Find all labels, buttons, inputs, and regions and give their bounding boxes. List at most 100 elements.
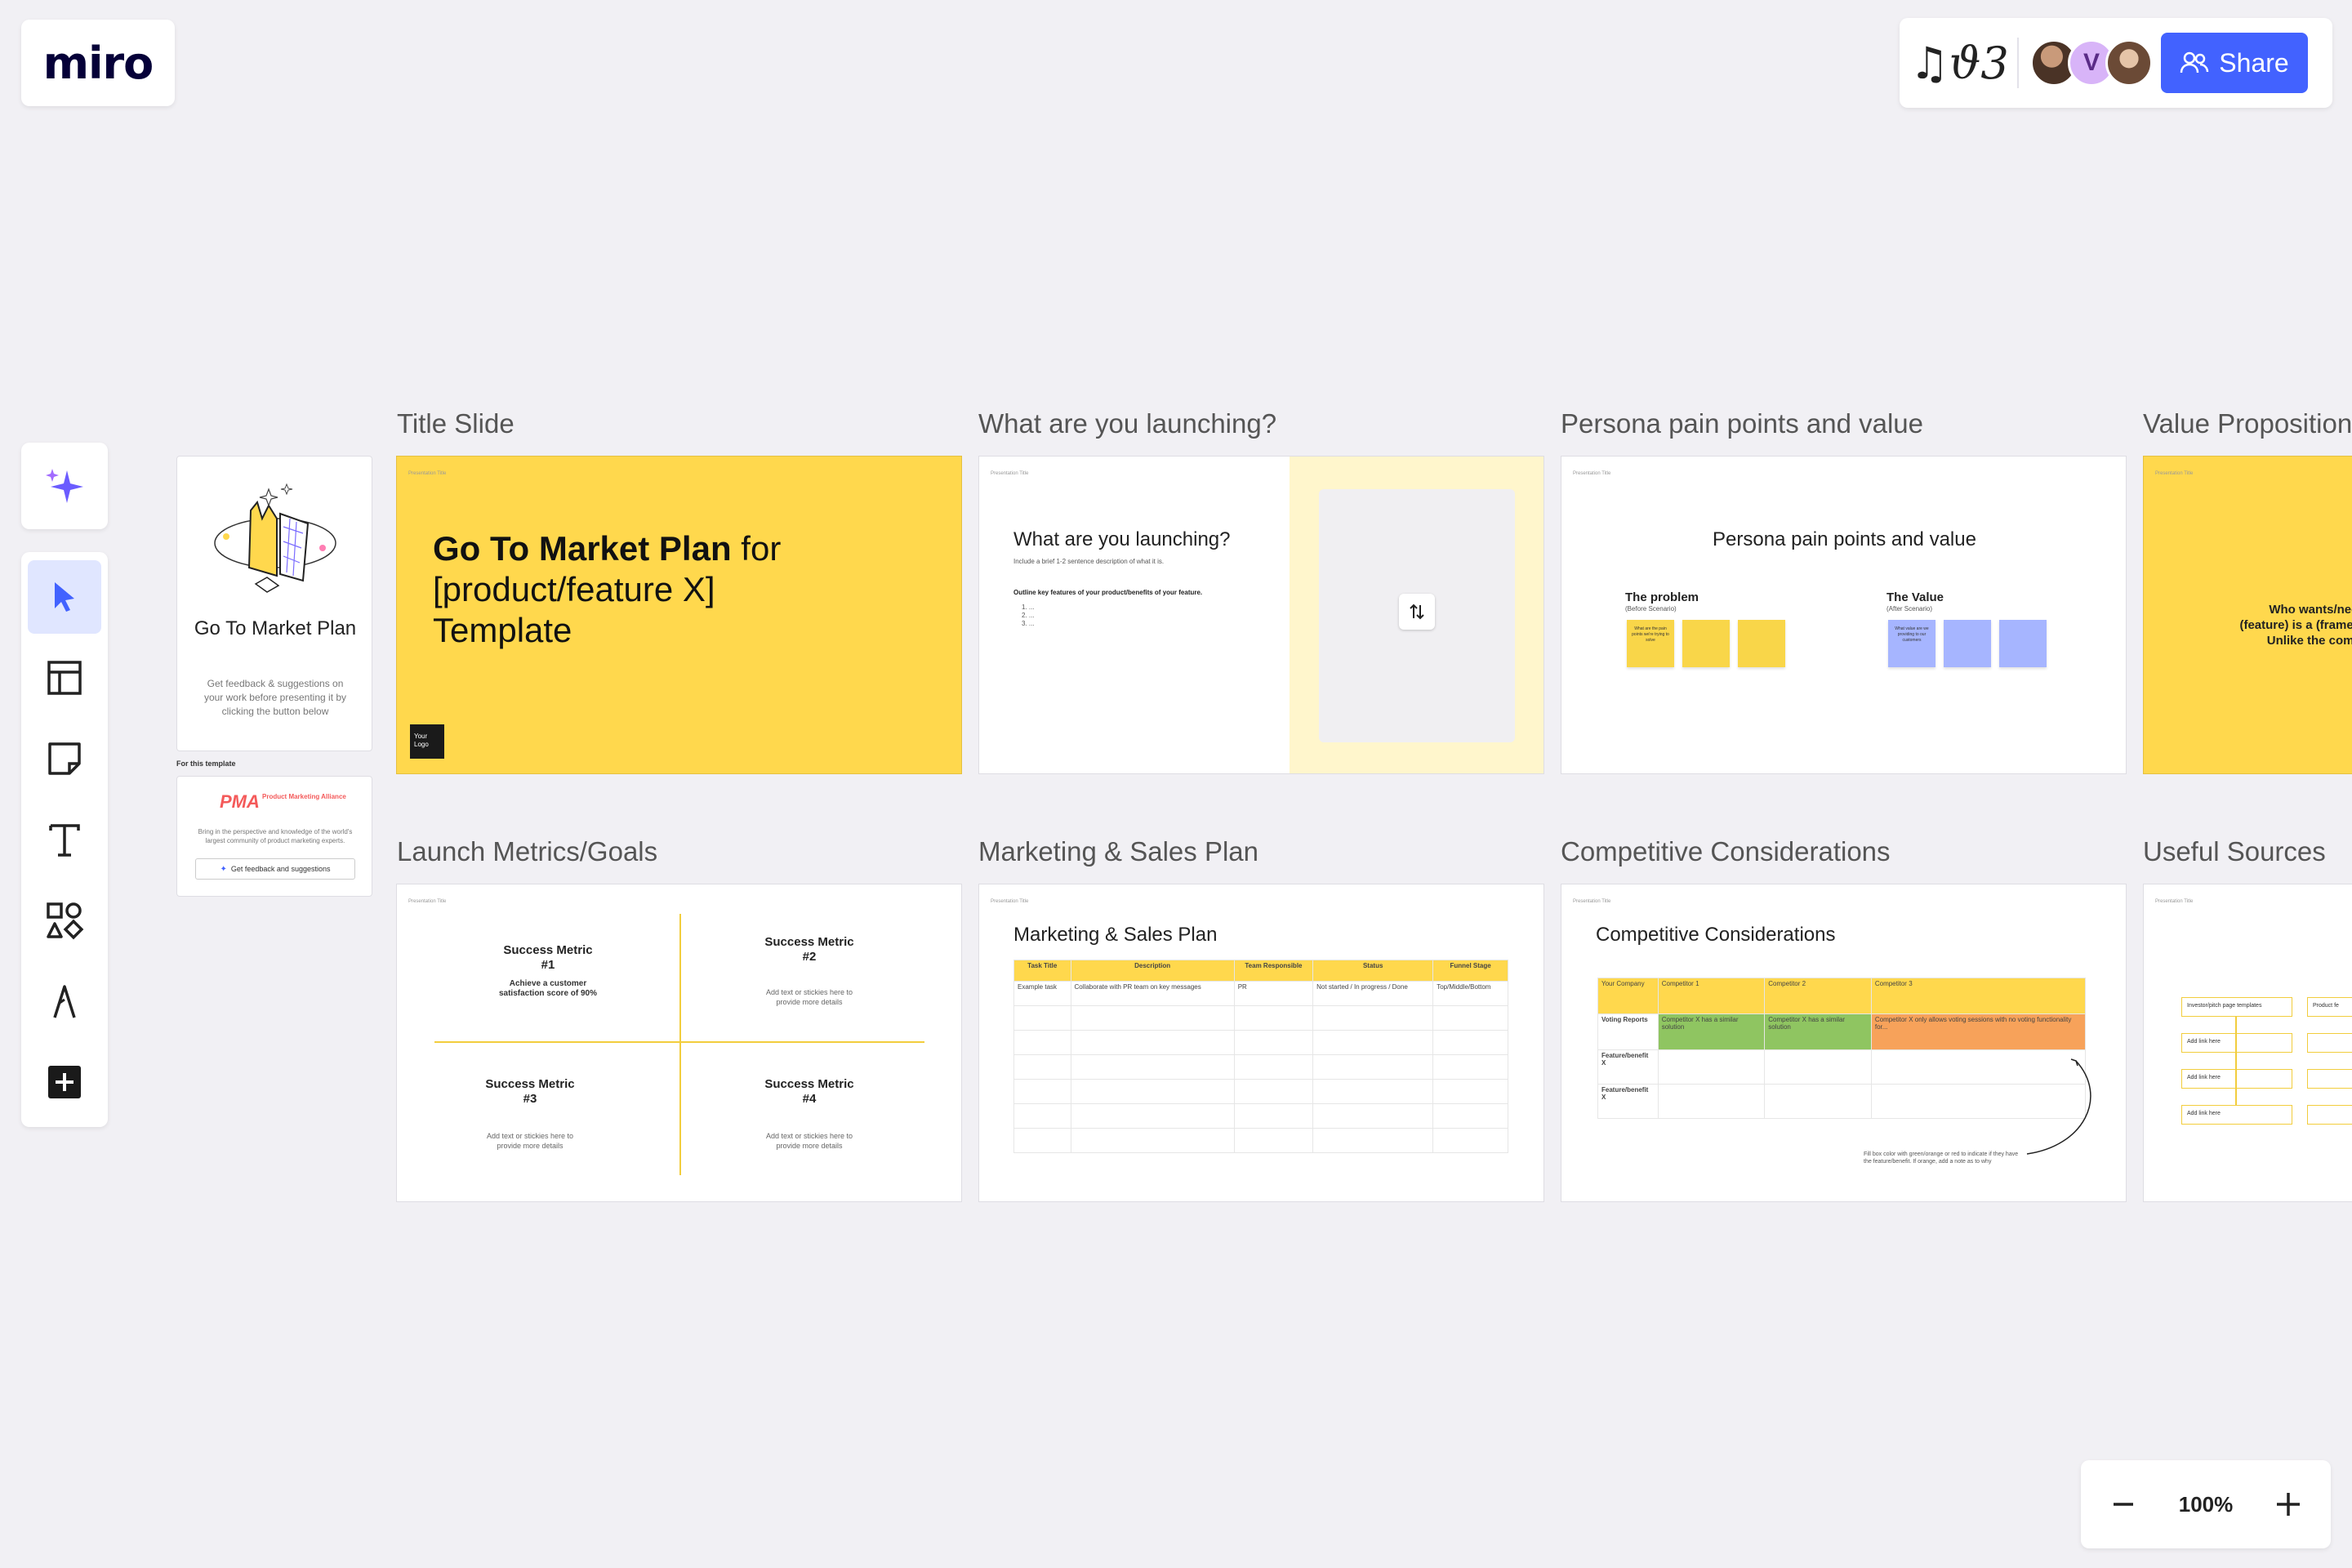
- connector-arrow: [2026, 1058, 2091, 1155]
- frame-marketing[interactable]: Presentation Title Marketing & Sales Pla…: [978, 884, 1544, 1202]
- persona-heading: Persona pain points and value: [1713, 528, 1976, 550]
- sticky-note[interactable]: [1738, 620, 1785, 667]
- add-more-tool[interactable]: [28, 1045, 101, 1119]
- share-label: Share: [2219, 47, 2289, 78]
- your-logo-placeholder: Your Logo: [410, 724, 444, 759]
- presentation-title: Presentation Title: [2155, 899, 2194, 904]
- frame-label-value-proposition: Value Proposition: [2143, 408, 2352, 439]
- launching-item: 2. ...: [1022, 612, 1035, 619]
- image-placeholder-area: [1290, 457, 1544, 773]
- metric-2-title: Success Metric #2: [764, 935, 854, 964]
- zoom-in-button[interactable]: [2270, 1486, 2306, 1522]
- frame-label-launch-metrics: Launch Metrics/Goals: [397, 836, 658, 866]
- reactions-text: ♫ϑ3: [1909, 37, 2009, 89]
- table-row[interactable]: [1013, 1030, 1508, 1055]
- presentation-title: Presentation Title: [408, 471, 447, 476]
- table-row[interactable]: Example task Collaborate with PR team on…: [1013, 981, 1508, 1006]
- launching-item: 1. ...: [1022, 604, 1035, 611]
- frame-label-persona: Persona pain points and value: [1561, 408, 1923, 439]
- heading-bold: Go To Market Plan: [433, 529, 732, 568]
- source-link[interactable]: Add link here: [2181, 1105, 2292, 1125]
- sticky-note[interactable]: [1999, 620, 2047, 667]
- board-canvas[interactable]: Go To Market Plan Get feedback & suggest…: [114, 389, 2352, 1548]
- metric-1-title: Success Metric #1: [503, 943, 593, 972]
- table-cell[interactable]: Not started / In progress / Done: [1312, 981, 1434, 1006]
- launching-sub: Include a brief 1-2 sentence description…: [1013, 558, 1165, 565]
- source-link[interactable]: Add link here: [2181, 1033, 2292, 1053]
- title-slide-heading: Go To Market Plan for [product/feature X…: [433, 528, 841, 651]
- row-label: Feature/benefit X: [1597, 1084, 1659, 1119]
- sparkle-icon: [46, 469, 83, 503]
- templates-tool[interactable]: [28, 641, 101, 715]
- left-toolbar: [21, 552, 108, 1127]
- metric-4-placeholder: Add text or stickies here to provide mor…: [765, 1132, 853, 1150]
- source-link[interactable]: Add link here: [2181, 1069, 2292, 1089]
- zoom-level[interactable]: 100%: [2179, 1492, 2234, 1517]
- table-header: Your Company: [1597, 978, 1659, 1014]
- problem-subtitle: (Before Scenario): [1625, 605, 1677, 612]
- template-info-card[interactable]: Go To Market Plan Get feedback & suggest…: [176, 456, 372, 751]
- presentation-title: Presentation Title: [408, 899, 447, 904]
- zoom-out-button[interactable]: [2105, 1486, 2141, 1522]
- sticky-note[interactable]: [1682, 620, 1730, 667]
- feedback-button[interactable]: ✦ Get feedback and suggestions: [195, 858, 355, 880]
- marketing-heading: Marketing & Sales Plan: [1013, 924, 1218, 946]
- image-placeholder[interactable]: [1319, 489, 1515, 742]
- table-row[interactable]: [1013, 1054, 1508, 1080]
- table-cell[interactable]: Top/Middle/Bottom: [1432, 981, 1508, 1006]
- table-cell[interactable]: PR: [1233, 981, 1314, 1006]
- table-row[interactable]: [1013, 1079, 1508, 1104]
- table-row[interactable]: [1013, 1005, 1508, 1031]
- avatar[interactable]: [2105, 39, 2153, 87]
- metric-3-placeholder: Add text or stickies here to provide mor…: [486, 1132, 574, 1150]
- value-prop-text: Who wants/needs (feature) is a (frame of…: [2239, 603, 2352, 648]
- frame-competitive[interactable]: Presentation Title Competitive Considera…: [1561, 884, 2127, 1202]
- shapes-tool[interactable]: [28, 884, 101, 957]
- sticky-note[interactable]: What value are we providing to our custo…: [1888, 620, 1936, 667]
- source-link[interactable]: [2307, 1069, 2352, 1089]
- share-button[interactable]: Share: [2161, 33, 2308, 93]
- source-link[interactable]: [2307, 1105, 2352, 1125]
- for-this-template-label: For this template: [176, 760, 236, 768]
- ai-assist-button[interactable]: [21, 443, 108, 529]
- frame-launch-metrics[interactable]: Presentation Title Success Metric #1 Ach…: [396, 884, 962, 1202]
- frame-value-proposition[interactable]: Presentation Title Who wants/needs (feat…: [2143, 456, 2352, 774]
- sticky-note[interactable]: [1944, 620, 1991, 667]
- marketing-table[interactable]: Task Title Description Team Responsible …: [1013, 960, 1508, 1153]
- sticky-note[interactable]: What are the pain points we're trying to…: [1627, 620, 1674, 667]
- miro-logo[interactable]: miro: [21, 20, 175, 106]
- text-icon: [49, 824, 80, 857]
- source-link[interactable]: [2307, 1033, 2352, 1053]
- metrics-horizontal-divider: [434, 1041, 924, 1043]
- row-label: Voting Reports: [1597, 1013, 1659, 1050]
- table-cell[interactable]: Collaborate with PR team on key messages: [1070, 981, 1235, 1006]
- source-link[interactable]: Investor/pitch page templates: [2181, 997, 2292, 1017]
- swap-icon: [1410, 604, 1424, 620]
- sticky-note-tool[interactable]: [28, 722, 101, 795]
- frame-title-slide[interactable]: Presentation Title Go To Market Plan for…: [396, 456, 962, 774]
- table-cell[interactable]: Competitor X has a similar solution: [1657, 1013, 1766, 1050]
- sparkle-icon: ✦: [220, 864, 227, 874]
- frame-persona[interactable]: Presentation Title Persona pain points a…: [1561, 456, 2127, 774]
- logo-text: miro: [42, 37, 154, 89]
- table-header: Competitor 3: [1870, 978, 2087, 1014]
- reactions-icon[interactable]: ♫ϑ3: [1909, 34, 2008, 91]
- select-tool[interactable]: [28, 560, 101, 634]
- pma-name: Product Marketing Alliance: [262, 793, 346, 800]
- table-header: Team Responsible: [1233, 960, 1314, 982]
- metric-2-placeholder: Add text or stickies here to provide mor…: [765, 988, 853, 1006]
- problem-title: The problem: [1625, 590, 1699, 604]
- collaborator-avatars[interactable]: V: [2030, 39, 2153, 87]
- source-link[interactable]: Product fe: [2307, 997, 2352, 1017]
- frame-launching[interactable]: Presentation Title What are you launchin…: [978, 456, 1544, 774]
- source-connector: [2235, 1017, 2237, 1105]
- pen-tool[interactable]: [28, 964, 101, 1038]
- pma-card[interactable]: PMA Product Marketing Alliance Bring in …: [176, 776, 372, 897]
- frame-useful-sources[interactable]: Presentation Title Investor/pitch page t…: [2143, 884, 2352, 1202]
- table-cell[interactable]: Example task: [1013, 981, 1071, 1006]
- text-tool[interactable]: [28, 803, 101, 876]
- table-cell[interactable]: Competitor X has a similar solution: [1764, 1013, 1872, 1050]
- table-row[interactable]: [1013, 1128, 1508, 1153]
- swap-image-button[interactable]: [1399, 594, 1435, 630]
- table-row[interactable]: [1013, 1103, 1508, 1129]
